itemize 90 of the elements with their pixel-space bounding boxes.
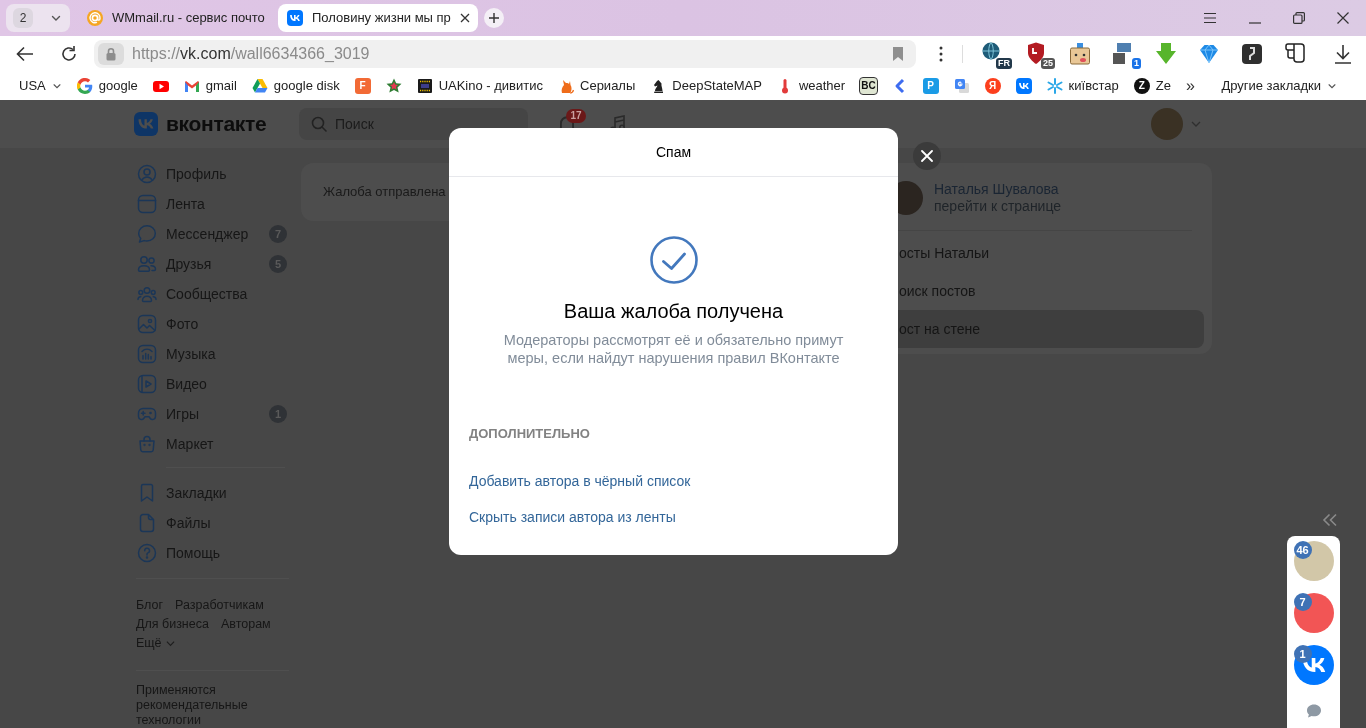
tab-count: 2 [13, 8, 33, 28]
url-text: https://vk.com/wall6634366_3019 [132, 44, 370, 64]
bookmark-link[interactable]: DeepStateMAP [650, 76, 762, 96]
bookmark-link[interactable]: gmail [183, 76, 237, 96]
bookmark-link[interactable]: BC [860, 78, 877, 94]
browser-tab[interactable]: WMmail.ru - сервис почто [78, 4, 276, 32]
unread-count: 7 [1293, 593, 1312, 611]
document-icon [137, 513, 157, 533]
bookmark-link[interactable]: Сериалы [558, 76, 636, 96]
panel-icon[interactable] [1240, 42, 1264, 66]
group-icon [137, 284, 157, 304]
dialog-message: Модераторы рассмотрят её и обязательно примут меры, если найдут нарушения правил ВКонтакте [502, 331, 845, 367]
bookmark-link[interactable]: weather [776, 76, 846, 96]
notification-count: 17 [566, 109, 586, 123]
bookmark-link[interactable] [385, 78, 402, 94]
reload-icon[interactable] [60, 45, 78, 63]
chat-avatar-photo[interactable] [1293, 541, 1334, 581]
unread-count: 1 [1293, 645, 1312, 663]
star-icon [385, 78, 402, 94]
extension-badge: FR [996, 58, 1012, 69]
bookmark-link[interactable]: google [76, 76, 138, 96]
unread-count: 46 [1293, 541, 1312, 559]
logo-icon [287, 10, 303, 26]
back-arrow-icon[interactable] [16, 46, 34, 62]
logo-icon [1015, 78, 1032, 94]
layout-icon[interactable] [1283, 42, 1307, 66]
bookmark-link[interactable]: P [922, 78, 939, 94]
asterisk-icon [1046, 78, 1063, 94]
bookmark-link[interactable]: київстар [1046, 76, 1119, 96]
bookmark-link[interactable]: UAKino - дивитис [416, 76, 543, 96]
bookmark-icon[interactable] [892, 46, 904, 62]
lock-icon[interactable] [98, 43, 124, 65]
new-tab-button[interactable] [483, 8, 504, 28]
dialog-title: Спам [655, 142, 692, 162]
speech-bubble-icon [137, 224, 157, 244]
bookmark-folder[interactable]: Другие закладки [1221, 76, 1337, 96]
action-link[interactable]: Добавить автора в чёрный список [469, 472, 691, 490]
profile-icon [137, 164, 157, 184]
plus-icon [488, 13, 499, 23]
check-circle-icon [649, 236, 698, 284]
action-link[interactable]: Скрыть записи автора из ленты [469, 508, 676, 526]
bookmark-link[interactable] [1015, 78, 1032, 94]
g-logo-icon [76, 78, 93, 94]
chevron-down-icon [1327, 81, 1337, 91]
diamond-icon[interactable] [1197, 42, 1221, 66]
video-play-icon [152, 78, 169, 94]
box-face-icon[interactable] [1068, 42, 1092, 66]
tab-switcher[interactable]: 2 [6, 4, 70, 32]
triangle-logo-icon [251, 78, 268, 94]
bookmark-link[interactable]: F [354, 78, 371, 94]
bookmark-link[interactable]: Я [984, 78, 1001, 94]
bookmark-link[interactable]: google disk [251, 76, 340, 96]
down-arrow-icon[interactable] [1154, 42, 1178, 66]
browser-tab[interactable]: Половину жизни мы пр [278, 4, 478, 32]
film-strip-icon [416, 78, 433, 94]
logo-wordmark[interactable]: вконтакте [166, 108, 267, 140]
feed-icon [137, 194, 157, 214]
at-sign-icon [87, 10, 103, 26]
more-bookmarks-button[interactable]: » [1185, 78, 1195, 94]
video-play-icon [137, 374, 157, 394]
extension-badge: 25 [1041, 58, 1055, 69]
address-bar[interactable]: https://vk.com/wall6634366_3019 [94, 40, 916, 68]
kebab-menu-icon[interactable] [939, 46, 943, 62]
close-icon [921, 150, 933, 162]
bookmark-link[interactable] [953, 78, 970, 94]
menu-icon[interactable] [1203, 12, 1217, 24]
help-icon [137, 543, 157, 563]
restore-icon[interactable] [1293, 12, 1305, 24]
section-label: ДОПОЛНИТЕЛЬНО [469, 426, 591, 442]
equalizer-icon [137, 344, 157, 364]
translate-icon [953, 78, 970, 94]
bookmark-link[interactable] [152, 78, 169, 94]
globe-icon[interactable] [982, 42, 1000, 60]
chevron-down-icon [51, 81, 62, 91]
bookmark-link[interactable]: Z Ze [1133, 76, 1171, 96]
double-chevron-left-icon[interactable] [1322, 513, 1338, 527]
letter-favicon: Z [1133, 78, 1150, 94]
chevron-down-icon [165, 639, 175, 648]
picture-icon [137, 314, 157, 334]
close-icon[interactable] [459, 13, 470, 23]
dialog-heading: Ваша жалоба получена [562, 299, 785, 323]
chat-bubble-icon[interactable] [1305, 703, 1322, 719]
people-icon [137, 254, 157, 274]
search-icon [311, 116, 327, 132]
m-logo-icon [183, 78, 200, 94]
extension-badge: 1 [1132, 58, 1141, 69]
shopping-bag-icon [137, 434, 157, 454]
download-icon[interactable] [1333, 44, 1353, 64]
bookmark-folder[interactable]: USA [19, 76, 62, 96]
close-icon[interactable] [1337, 12, 1349, 24]
